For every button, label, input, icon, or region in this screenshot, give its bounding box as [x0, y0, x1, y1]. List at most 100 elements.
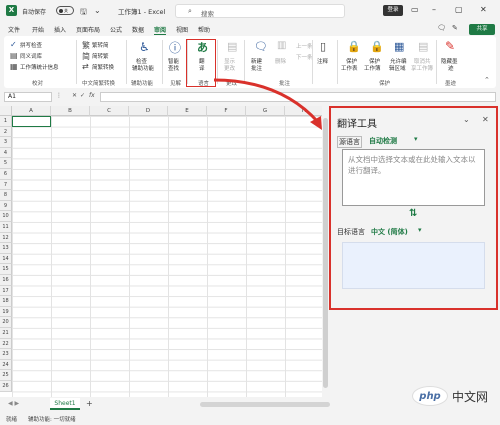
row-header[interactable]: 13: [0, 243, 12, 254]
row-header[interactable]: 1: [0, 116, 12, 127]
column-header[interactable]: F: [207, 106, 246, 116]
row-header[interactable]: 10: [0, 211, 12, 222]
swap-languages-icon[interactable]: ⇅: [409, 208, 417, 219]
to-simplified-button[interactable]: 繁转简: [92, 41, 109, 49]
column-header[interactable]: C: [90, 106, 129, 116]
tab-formulas[interactable]: 公式: [110, 25, 122, 34]
protect-sheet-line2[interactable]: 工作表: [341, 64, 358, 72]
show-changes-line2[interactable]: 更改: [224, 64, 235, 72]
tab-page-layout[interactable]: 页面布局: [76, 25, 100, 34]
smart-lookup-line2[interactable]: 查找: [168, 64, 179, 72]
row-header[interactable]: 22: [0, 338, 12, 350]
prev-comment-button[interactable]: 上一条: [296, 42, 313, 50]
tab-file[interactable]: 文件: [8, 25, 20, 34]
tab-help[interactable]: 帮助: [198, 25, 210, 34]
new-comment-line2[interactable]: 批注: [251, 64, 262, 72]
row-header[interactable]: 14: [0, 253, 12, 265]
row-header[interactable]: 2: [0, 126, 12, 138]
more-icon[interactable]: ⌄: [94, 6, 101, 15]
row-header[interactable]: 23: [0, 349, 12, 360]
vertical-scrollbar[interactable]: [322, 106, 329, 397]
row-header[interactable]: 5: [0, 158, 12, 169]
autosave-toggle[interactable]: 关: [56, 6, 74, 15]
cancel-icon[interactable]: ✕: [72, 92, 77, 99]
collapse-ribbon-icon[interactable]: ⌃: [484, 76, 490, 84]
column-header[interactable]: H: [285, 106, 322, 116]
save-icon[interactable]: 🖫: [80, 6, 87, 20]
worksheet-grid[interactable]: A B C D E F G H 1 2 3 4 5 6 7 8 9 10 11 12 13 14 15 16 1…: [0, 106, 322, 397]
row-header[interactable]: 6: [0, 169, 12, 180]
restore-icon[interactable]: ▢: [455, 5, 463, 14]
hide-ink-line2[interactable]: 迹: [448, 64, 454, 72]
workbook-stats-button[interactable]: 工作簿统计信息: [20, 63, 59, 71]
notes-button[interactable]: 注释: [317, 57, 328, 65]
cell-area[interactable]: [12, 116, 322, 397]
ribbon-options-icon[interactable]: ▭: [411, 5, 419, 14]
convert-button[interactable]: 简繁转换: [92, 63, 114, 71]
protect-wb-line2[interactable]: 工作簿: [364, 64, 381, 72]
close-icon[interactable]: ✕: [480, 5, 487, 14]
formula-input[interactable]: [100, 92, 496, 102]
row-header[interactable]: 11: [0, 222, 12, 233]
row-header[interactable]: 16: [0, 275, 12, 286]
horizontal-scrollbar[interactable]: [200, 402, 330, 407]
scroll-thumb[interactable]: [323, 118, 328, 388]
search-box[interactable]: ⌕ 搜索: [175, 4, 345, 18]
tab-view[interactable]: 视图: [176, 25, 188, 34]
edit-icon[interactable]: ✎: [452, 24, 458, 32]
close-icon[interactable]: ✕: [482, 115, 489, 124]
delete-comment-button[interactable]: 删除: [275, 57, 286, 65]
sheet-tab[interactable]: Sheet1: [50, 398, 80, 410]
thesaurus-button[interactable]: 同义词库: [20, 52, 42, 60]
column-header[interactable]: E: [168, 106, 207, 116]
sheet-nav-icon[interactable]: ◀ ▶: [8, 400, 19, 407]
source-text-input[interactable]: 从文档中选择文本或在此处输入文本以进行翻译。: [342, 149, 485, 206]
unshare-line2[interactable]: 享工作簿: [411, 64, 433, 72]
to-traditional-button[interactable]: 简转繁: [92, 52, 109, 60]
comment-icon[interactable]: 🗨: [437, 24, 446, 32]
minimize-icon[interactable]: –: [432, 5, 436, 14]
fx-icon[interactable]: fx: [89, 92, 95, 99]
share-button[interactable]: 共享: [469, 24, 495, 35]
column-header[interactable]: G: [246, 106, 285, 116]
target-language-select[interactable]: 中文 (简体): [371, 227, 408, 237]
select-all-corner[interactable]: [0, 106, 12, 116]
row-header[interactable]: 3: [0, 137, 12, 148]
enter-icon[interactable]: ✓: [80, 92, 85, 99]
spell-check-button[interactable]: 拼写检查: [20, 41, 42, 49]
row-header[interactable]: 20: [0, 317, 12, 328]
row-header[interactable]: 17: [0, 285, 12, 297]
row-header[interactable]: 15: [0, 264, 12, 275]
row-header[interactable]: 7: [0, 179, 12, 191]
row-header[interactable]: 26: [0, 381, 12, 392]
row-header[interactable]: 21: [0, 328, 12, 339]
row-header[interactable]: 19: [0, 306, 12, 318]
add-sheet-icon[interactable]: +: [86, 399, 93, 408]
chevron-down-icon[interactable]: ⌄: [463, 115, 470, 124]
row-header[interactable]: 24: [0, 359, 12, 371]
row-header[interactable]: 25: [0, 370, 12, 381]
column-header[interactable]: B: [51, 106, 90, 116]
caret-down-icon[interactable]: ▾: [414, 135, 418, 143]
next-comment-button[interactable]: 下一条: [296, 53, 313, 61]
tab-data[interactable]: 数据: [132, 25, 144, 34]
row-header[interactable]: 9: [0, 200, 12, 212]
column-header[interactable]: D: [129, 106, 168, 116]
row-header[interactable]: 4: [0, 147, 12, 159]
tab-home[interactable]: 开始: [32, 25, 44, 34]
check-access-line2[interactable]: 辅助功能: [132, 64, 154, 72]
accessibility-status[interactable]: 辅助功能: 一切就绪: [28, 415, 76, 423]
allow-edit-line2[interactable]: 辑区域: [389, 64, 406, 72]
column-header[interactable]: A: [12, 106, 51, 116]
selected-cell[interactable]: [12, 116, 51, 127]
row-header[interactable]: 8: [0, 190, 12, 201]
source-language-select[interactable]: 自动检测: [369, 136, 397, 146]
name-box[interactable]: A1: [4, 92, 52, 102]
tab-insert[interactable]: 插入: [54, 25, 66, 34]
row-header[interactable]: 18: [0, 296, 12, 307]
caret-down-icon[interactable]: ▾: [418, 226, 422, 234]
row-header[interactable]: 12: [0, 232, 12, 244]
tab-review[interactable]: 审阅: [154, 25, 167, 35]
separator: [162, 40, 163, 84]
login-button[interactable]: 登录: [383, 5, 403, 16]
